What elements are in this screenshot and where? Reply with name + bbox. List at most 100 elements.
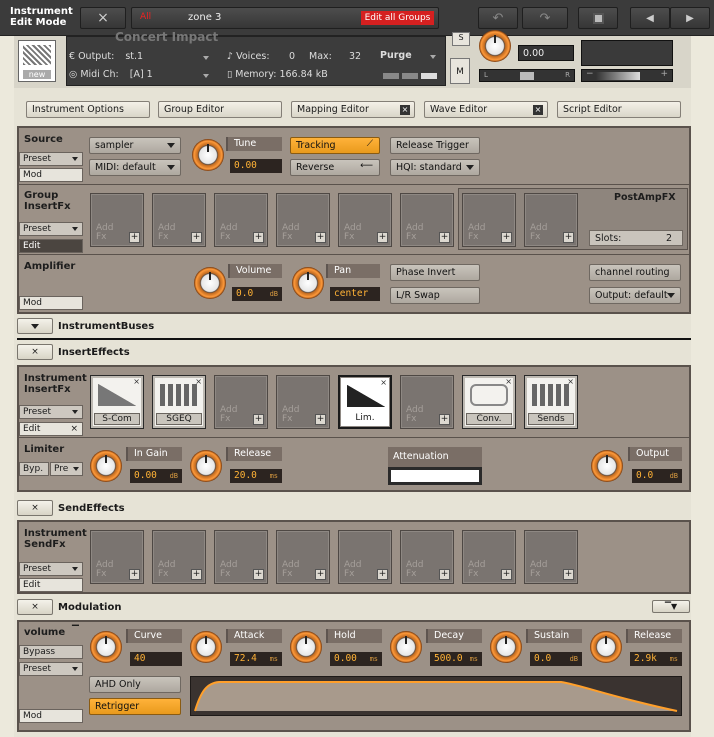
envelope-sustain-knob[interactable] (490, 631, 522, 663)
insert-fx-slot[interactable]: × Lim. (338, 375, 392, 429)
tab-instrument-options[interactable]: Instrument Options (26, 101, 150, 118)
insert-fx-slot[interactable]: × SGEQ (152, 375, 206, 429)
source-mod-tab[interactable]: Mod (19, 168, 83, 182)
close-icon[interactable]: × (400, 105, 410, 115)
ahd-only-button[interactable]: AHD Only (89, 676, 181, 693)
source-engine-select[interactable]: sampler (89, 137, 181, 154)
insert-fx-slot[interactable]: Add Fx + (276, 375, 330, 429)
envelope-value[interactable]: 2.9k ms (630, 652, 682, 666)
modulation-preset-select[interactable]: Preset (19, 662, 83, 676)
undo-button[interactable]: ↶ (478, 7, 518, 29)
in-gain-value[interactable]: 0.00 dB (130, 469, 182, 483)
limiter-pre-select[interactable]: Pre (50, 462, 83, 476)
midi-row[interactable]: ◎ Midi Ch: [A] 1 (69, 69, 213, 84)
midi-mode-select[interactable]: MIDI: default (89, 159, 181, 176)
plus-icon[interactable]: + (315, 414, 326, 425)
phase-invert-button[interactable]: Phase Invert (390, 264, 480, 281)
edit-all-groups-button[interactable]: Edit all Groups (361, 11, 434, 25)
volume-slider[interactable]: − + (581, 69, 673, 82)
envelope-value[interactable]: 72.4 ms (230, 652, 282, 666)
volume-knob[interactable] (194, 267, 226, 299)
plus-icon[interactable]: + (439, 569, 450, 580)
plus-icon[interactable]: + (563, 569, 574, 580)
insert-effects-toggle[interactable]: × (17, 344, 53, 360)
envelope-release-knob[interactable] (590, 631, 622, 663)
group-insertfx-preset-select[interactable]: Preset (19, 222, 83, 236)
send-fx-slot[interactable]: Add Fx + (462, 530, 516, 584)
redo-button[interactable]: ↷ (522, 7, 568, 29)
send-fx-slot[interactable]: Add Fx + (214, 530, 268, 584)
insert-fx-slot[interactable]: × Sends (524, 375, 578, 429)
group-fx-slot[interactable]: Add Fx + (400, 193, 454, 247)
send-fx-slot[interactable]: Add Fx + (524, 530, 578, 584)
plus-icon[interactable]: + (253, 232, 264, 243)
mute-button[interactable]: M (450, 58, 470, 84)
group-insertfx-edit-tab[interactable]: Edit (19, 239, 83, 253)
modulation-mod-tab[interactable]: Mod (19, 709, 83, 723)
send-fx-slot[interactable]: Add Fx + (338, 530, 392, 584)
limiter-release-knob[interactable] (190, 450, 222, 482)
group-fx-slot[interactable]: Add Fx + (338, 193, 392, 247)
tab-wave-editor[interactable]: Wave Editor × (424, 101, 548, 118)
envelope-display[interactable] (190, 676, 682, 716)
envelope-value[interactable]: 500.0 ms (430, 652, 482, 666)
insert-fx-slot[interactable]: Add Fx + (214, 375, 268, 429)
modulation-collapse-button[interactable]: ▔▼ (652, 600, 690, 613)
reverse-button[interactable]: Reverse ⟵ (290, 159, 380, 176)
source-tune-knob[interactable] (192, 139, 224, 171)
close-edit-button[interactable]: × (80, 7, 126, 29)
modulation-toggle[interactable]: × (17, 599, 53, 615)
group-fx-slot[interactable]: Add Fx + (276, 193, 330, 247)
send-fx-slot[interactable]: Add Fx + (90, 530, 144, 584)
channel-routing-button[interactable]: channel routing (589, 264, 681, 281)
insert-fx-slot[interactable]: × Conv. (462, 375, 516, 429)
group-fx-slot[interactable]: Add Fx + (214, 193, 268, 247)
in-gain-knob[interactable] (90, 450, 122, 482)
limiter-release-value[interactable]: 20.0 ms (230, 469, 282, 483)
close-icon[interactable]: × (70, 424, 78, 434)
modulation-bypass-button[interactable]: Bypass (19, 645, 83, 659)
group-fx-slot[interactable]: Add Fx + (90, 193, 144, 247)
insert-fx-slot[interactable]: Add Fx + (400, 375, 454, 429)
close-icon[interactable]: × (533, 105, 543, 115)
volume-value[interactable]: 0.0 dB (232, 287, 282, 301)
group-fx-slot[interactable]: Add Fx + (524, 193, 578, 247)
group-fx-slot[interactable]: Add Fx + (462, 193, 516, 247)
send-fx-slot[interactable]: Add Fx + (276, 530, 330, 584)
plus-icon[interactable]: + (501, 569, 512, 580)
amplifier-mod-tab[interactable]: Mod (19, 296, 83, 310)
plus-icon[interactable]: + (501, 232, 512, 243)
limiter-bypass-button[interactable]: Byp. (19, 462, 49, 476)
send-fx-slot[interactable]: Add Fx + (400, 530, 454, 584)
tab-script-editor[interactable]: Script Editor (557, 101, 681, 118)
output-row[interactable]: € Output: st.1 (69, 51, 213, 66)
plus-icon[interactable]: + (129, 232, 140, 243)
tab-mapping-editor[interactable]: Mapping Editor × (291, 101, 415, 118)
pan-slider[interactable]: L R (479, 69, 575, 82)
envelope-hold-knob[interactable] (290, 631, 322, 663)
pan-slider-handle[interactable] (520, 72, 534, 80)
insertfx-preset-select[interactable]: Preset (19, 405, 83, 419)
zone-selector[interactable]: All zone 3 Edit all Groups (131, 7, 439, 29)
plus-icon[interactable]: + (315, 232, 326, 243)
insertfx-edit-tab[interactable]: Edit × (19, 422, 83, 436)
insert-fx-slot[interactable]: × S-Com (90, 375, 144, 429)
prev-button[interactable]: ◀ (630, 7, 670, 29)
instrument-buses-toggle[interactable] (17, 318, 53, 334)
plus-icon[interactable]: + (377, 232, 388, 243)
instrument-icon[interactable]: new (18, 40, 56, 82)
tune-value[interactable]: 0.00 (230, 159, 282, 173)
limiter-output-value[interactable]: 0.0 dB (632, 469, 682, 483)
retrigger-button[interactable]: Retrigger (89, 698, 181, 715)
instrument-tune-value[interactable]: 0.00 (518, 45, 574, 61)
plus-icon[interactable]: + (253, 569, 264, 580)
max-voices-value[interactable]: 32 (349, 51, 361, 62)
plus-icon[interactable]: + (129, 569, 140, 580)
plus-icon[interactable]: + (253, 414, 264, 425)
send-fx-slot[interactable]: Add Fx + (152, 530, 206, 584)
plus-icon[interactable]: + (377, 569, 388, 580)
envelope-value[interactable]: 40 (130, 652, 182, 666)
limiter-output-knob[interactable] (591, 450, 623, 482)
solo-button[interactable]: S (452, 32, 470, 46)
next-button[interactable]: ▶ (670, 7, 710, 29)
